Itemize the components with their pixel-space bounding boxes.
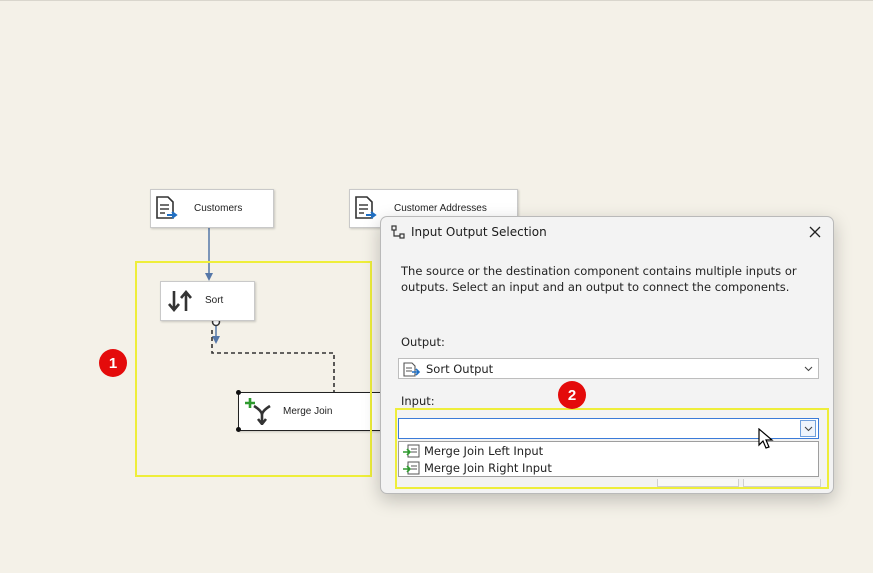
path-connector-icon: [391, 224, 405, 243]
output-port-icon: [403, 362, 421, 380]
highlight-box-1: [135, 261, 372, 477]
dialog-description: The source or the destination component …: [401, 264, 797, 294]
customer-addresses-label: Customer Addresses: [394, 203, 487, 214]
customers-node[interactable]: Customers: [150, 189, 274, 228]
output-combobox[interactable]: Sort Output: [398, 358, 819, 379]
customers-label: Customers: [194, 203, 243, 214]
close-icon[interactable]: [805, 222, 825, 242]
mouse-cursor-icon: [758, 428, 774, 449]
chevron-down-icon[interactable]: [800, 360, 816, 377]
source-file-icon: [155, 196, 179, 225]
input-label: Input:: [401, 394, 435, 408]
output-label: Output:: [401, 335, 445, 349]
annotation-badge-1: 1: [99, 349, 127, 377]
dialog-title: Input Output Selection: [411, 225, 547, 239]
output-selected-value: Sort Output: [426, 362, 494, 376]
source-file-icon: [354, 196, 378, 225]
dialog-titlebar: Input Output Selection: [381, 217, 833, 247]
annotation-badge-2: 2: [558, 381, 586, 409]
